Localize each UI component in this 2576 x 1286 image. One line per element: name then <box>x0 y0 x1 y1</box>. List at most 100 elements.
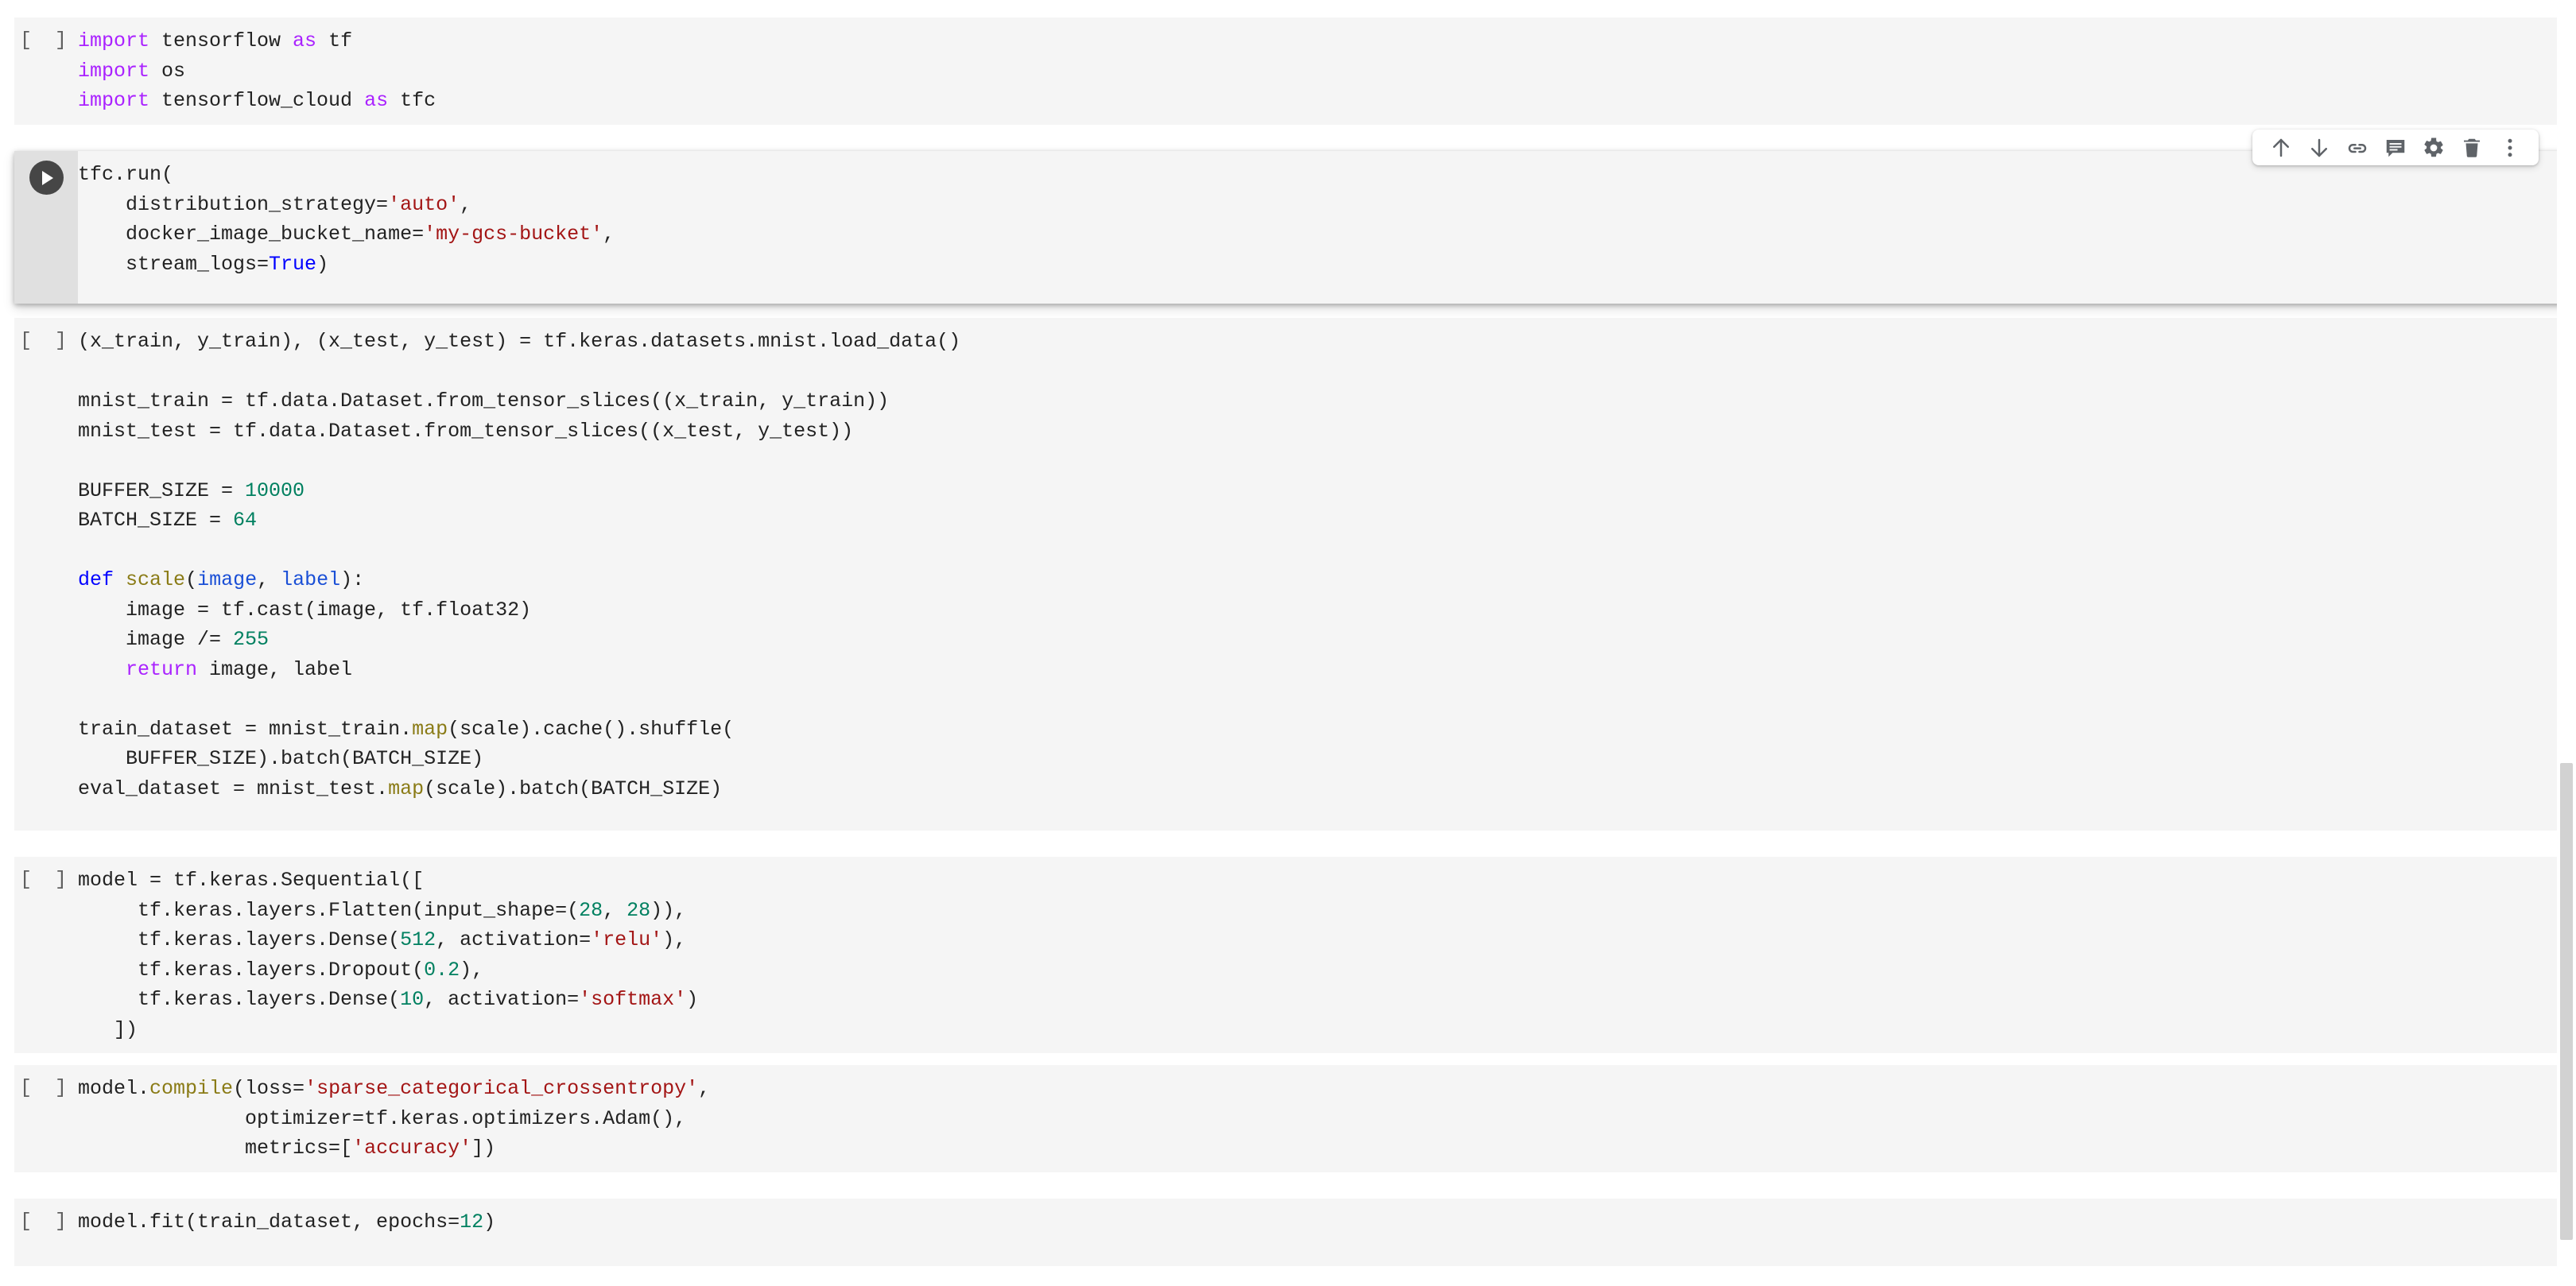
code-token-plain: ) <box>686 988 699 1011</box>
code-line: mnist_test = tf.data.Dataset.from_tensor… <box>78 416 2576 447</box>
code-cell[interactable]: [ ] (x_train, y_train), (x_test, y_test) … <box>14 318 2576 831</box>
code-token-plain: tf <box>316 29 353 52</box>
code-token-plain: BUFFER_SIZE = <box>78 478 246 502</box>
code-token-plain: model. <box>78 1077 150 1100</box>
code-token-plain: BUFFER_SIZE).batch(BATCH_SIZE) <box>78 747 484 770</box>
code-line: BUFFER_SIZE).batch(BATCH_SIZE) <box>78 744 2576 774</box>
play-icon <box>42 170 53 185</box>
code-cell[interactable]: [ ] model.fit(train_dataset, epochs=12) <box>14 1199 2576 1266</box>
code-token-plain: image /= <box>78 628 234 651</box>
cell-run-gutter <box>14 151 78 304</box>
code-cell-active[interactable]: tfc.run( distribution_strategy='auto', d… <box>14 151 2576 304</box>
more-options-icon[interactable] <box>2491 130 2529 165</box>
code-editor[interactable]: model = tf.keras.Sequential([ tf.keras.l… <box>78 857 2576 1053</box>
code-cell[interactable]: [ ] model.compile(loss='sparse_categorica… <box>14 1065 2576 1172</box>
vertical-scrollbar-thumb[interactable] <box>2560 763 2573 1240</box>
code-token-plain: , <box>603 223 615 246</box>
code-token-plain: , <box>460 192 472 216</box>
code-line: (x_train, y_train), (x_test, y_test) = t… <box>78 327 2576 357</box>
code-token-kw: as <box>364 89 389 112</box>
notebook-canvas: [ ] import tensorflow as tf import os impor… <box>0 0 2576 1286</box>
code-line: metrics=['accuracy']) <box>78 1133 2576 1164</box>
code-line: tf.keras.layers.Flatten(input_shape=(28,… <box>78 896 2576 926</box>
execution-count-indicator[interactable]: [ ] <box>14 1199 78 1233</box>
code-editor[interactable]: model.compile(loss='sparse_categorical_c… <box>78 1065 2576 1172</box>
code-token-plain: , activation= <box>424 988 580 1011</box>
code-token-fn: scale <box>126 568 186 591</box>
code-line: optimizer=tf.keras.optimizers.Adam(), <box>78 1104 2576 1134</box>
code-token-plain: train_dataset = mnist_train. <box>78 717 413 741</box>
execution-count-indicator[interactable]: [ ] <box>14 857 78 891</box>
code-token-plain: tfc <box>388 89 436 112</box>
code-token-plain: ( <box>185 568 198 591</box>
code-editor[interactable]: (x_train, y_train), (x_test, y_test) = t… <box>78 318 2576 812</box>
code-line: stream_logs=True) <box>78 250 2576 280</box>
code-token-plain: model.fit(train_dataset, epochs= <box>78 1210 460 1234</box>
code-token-plain: tfc.run( <box>78 163 174 186</box>
code-token-num: 28 <box>627 898 651 922</box>
code-line: import tensorflow as tf <box>78 26 2576 56</box>
code-editor[interactable]: import tensorflow as tf import os import t… <box>78 17 2576 125</box>
code-token-plain: ): <box>340 568 365 591</box>
code-token-str: 'relu' <box>591 928 663 951</box>
code-token-plain: tf.keras.layers.Dense( <box>78 928 401 951</box>
run-cell-button[interactable] <box>29 161 64 195</box>
code-token-plain: distribution_strategy= <box>78 192 389 216</box>
code-token-num: 10 <box>400 988 425 1011</box>
code-token-plain: stream_logs= <box>78 252 270 276</box>
code-token-str: 'sparse_categorical_crossentropy' <box>305 1077 699 1100</box>
code-line: import os <box>78 56 2576 87</box>
code-token-kw: import <box>78 89 150 112</box>
code-cell[interactable]: [ ] import tensorflow as tf import os impor… <box>14 17 2576 125</box>
code-editor[interactable]: model.fit(train_dataset, epochs=12) <box>78 1199 2576 1246</box>
code-token-plain: , <box>603 898 627 922</box>
code-line: model = tf.keras.Sequential([ <box>78 866 2576 896</box>
move-cell-down-icon[interactable] <box>2300 130 2338 165</box>
code-token-plain: ) <box>316 252 329 276</box>
code-token-kw: as <box>293 29 317 52</box>
add-comment-icon[interactable] <box>2376 130 2415 165</box>
code-line: model.compile(loss='sparse_categorical_c… <box>78 1074 2576 1104</box>
code-line: tf.keras.layers.Dropout(0.2), <box>78 955 2576 986</box>
code-token-plain: image = tf.cast(image, tf.float32) <box>78 598 532 622</box>
execution-count-indicator[interactable]: [ ] <box>14 17 78 52</box>
cell-settings-icon[interactable] <box>2415 130 2453 165</box>
code-line: model.fit(train_dataset, epochs=12) <box>78 1207 2576 1238</box>
code-line: eval_dataset = mnist_test.map(scale).bat… <box>78 774 2576 804</box>
code-token-plain: , <box>257 568 281 591</box>
code-token-plain: tensorflow_cloud <box>149 89 365 112</box>
code-token-kw: return <box>126 657 198 681</box>
code-line: BATCH_SIZE = 64 <box>78 505 2576 536</box>
code-token-num: 12 <box>460 1210 484 1234</box>
code-token-plain: , <box>698 1077 711 1100</box>
code-token-fn: map <box>412 717 448 741</box>
move-cell-up-icon[interactable] <box>2262 130 2300 165</box>
code-token-plain: os <box>149 59 186 83</box>
code-token-plain: , activation= <box>436 928 592 951</box>
link-to-cell-icon[interactable] <box>2338 130 2376 165</box>
code-token-plain: mnist_train = tf.data.Dataset.from_tenso… <box>78 389 890 413</box>
code-token-plain: ]) <box>471 1137 496 1160</box>
code-token-kw2: def <box>78 568 114 591</box>
code-editor[interactable]: tfc.run( distribution_strategy='auto', d… <box>78 151 2576 288</box>
code-line: image = tf.cast(image, tf.float32) <box>78 595 2576 626</box>
execution-count-indicator[interactable]: [ ] <box>14 318 78 352</box>
code-token-plain: BATCH_SIZE = <box>78 509 234 532</box>
code-token-kw: import <box>78 59 150 83</box>
code-line: image /= 255 <box>78 625 2576 655</box>
code-line: BUFFER_SIZE = 10000 <box>78 476 2576 506</box>
cell-toolbar[interactable] <box>2252 130 2539 165</box>
execution-count-indicator[interactable]: [ ] <box>14 1065 78 1099</box>
code-token-plain: ]) <box>78 1017 138 1041</box>
delete-cell-icon[interactable] <box>2453 130 2491 165</box>
vertical-scrollbar-track[interactable] <box>2557 0 2576 1286</box>
code-token-plain: mnist_test = tf.data.Dataset.from_tensor… <box>78 419 854 443</box>
code-cell[interactable]: [ ] model = tf.keras.Sequential([ tf.kera… <box>14 857 2576 1053</box>
code-line: return image, label <box>78 655 2576 685</box>
code-token-num: 64 <box>233 509 258 532</box>
